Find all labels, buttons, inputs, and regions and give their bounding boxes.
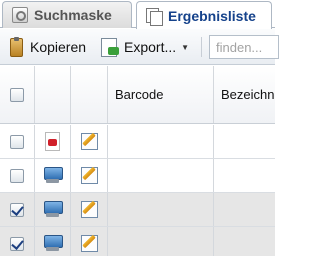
toolbar: Kopieren Export... ▼ bbox=[0, 29, 279, 65]
export-label: Export... bbox=[124, 39, 177, 55]
magnifier-icon bbox=[12, 7, 28, 23]
bezeichnung-cell bbox=[214, 193, 275, 226]
tab-ergebnisliste[interactable]: Ergebnisliste bbox=[136, 1, 272, 29]
row-checkbox[interactable] bbox=[10, 134, 24, 149]
row-checkbox[interactable] bbox=[10, 236, 24, 251]
barcode-cell bbox=[108, 227, 214, 256]
toolbar-separator bbox=[201, 37, 202, 57]
monitor-icon[interactable] bbox=[44, 201, 63, 218]
table-row[interactable] bbox=[0, 125, 275, 159]
header-bezeichnung-label: Bezeichnung bbox=[221, 87, 275, 102]
pages-icon bbox=[146, 7, 163, 26]
export-button[interactable]: Export... ▼ bbox=[101, 29, 189, 65]
pdf-icon[interactable] bbox=[45, 132, 60, 151]
row-checkbox[interactable] bbox=[10, 202, 24, 217]
clipboard-icon bbox=[10, 36, 23, 57]
tab-label: Ergebnisliste bbox=[168, 7, 256, 24]
header-select-all[interactable] bbox=[0, 66, 35, 123]
barcode-cell bbox=[108, 193, 214, 226]
edit-icon[interactable] bbox=[80, 167, 98, 184]
copy-label: Kopieren bbox=[30, 39, 87, 55]
bezeichnung-cell bbox=[214, 125, 275, 158]
table-row[interactable] bbox=[0, 159, 275, 193]
header-barcode-label: Barcode bbox=[115, 87, 164, 102]
monitor-icon[interactable] bbox=[44, 167, 63, 184]
table-row[interactable] bbox=[0, 227, 275, 256]
barcode-cell bbox=[108, 159, 214, 192]
tab-label: Suchmaske bbox=[34, 7, 112, 23]
bezeichnung-cell bbox=[214, 159, 275, 192]
copy-button[interactable]: Kopieren bbox=[10, 29, 86, 65]
export-icon bbox=[101, 37, 119, 57]
edit-icon[interactable] bbox=[80, 201, 98, 218]
header-type-column[interactable] bbox=[35, 66, 71, 123]
header-bezeichnung[interactable]: Bezeichnung bbox=[214, 66, 275, 123]
chevron-down-icon[interactable]: ▼ bbox=[181, 43, 189, 52]
header-edit-column[interactable] bbox=[71, 66, 108, 123]
tab-strip: Suchmaske Ergebnisliste bbox=[0, 0, 275, 29]
edit-icon[interactable] bbox=[80, 133, 98, 150]
search-input[interactable] bbox=[209, 35, 279, 59]
tab-suchmaske[interactable]: Suchmaske bbox=[2, 1, 132, 28]
edit-icon[interactable] bbox=[80, 235, 98, 252]
monitor-icon[interactable] bbox=[44, 235, 63, 252]
barcode-cell bbox=[108, 125, 214, 158]
header-barcode[interactable]: Barcode bbox=[108, 66, 214, 123]
table-row[interactable] bbox=[0, 193, 275, 227]
row-checkbox[interactable] bbox=[10, 168, 24, 183]
grid-header: Barcode Bezeichnung bbox=[0, 66, 275, 124]
select-all-checkbox[interactable] bbox=[10, 87, 24, 102]
bezeichnung-cell bbox=[214, 227, 275, 256]
